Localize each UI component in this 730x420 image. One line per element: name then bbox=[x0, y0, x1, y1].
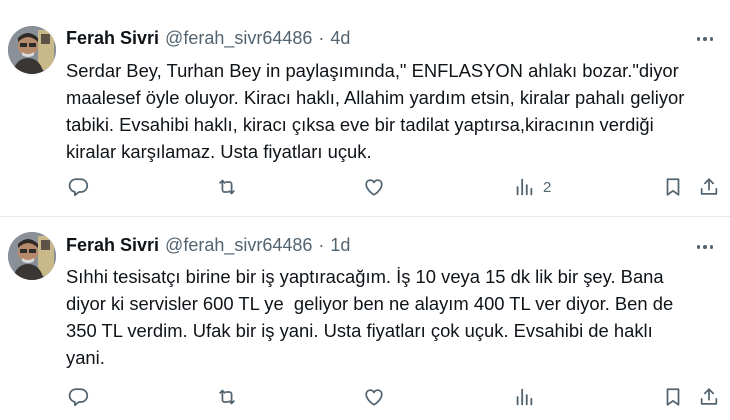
action-bar: 2 bbox=[0, 175, 730, 199]
reply-icon bbox=[68, 178, 89, 197]
bookmark-icon bbox=[666, 178, 680, 196]
author-name[interactable]: Ferah Sivri bbox=[66, 235, 159, 256]
action-bar bbox=[0, 385, 730, 409]
author-handle[interactable]: @ferah_sivr64486 bbox=[165, 235, 312, 256]
author-name[interactable]: Ferah Sivri bbox=[66, 28, 159, 49]
share-button[interactable] bbox=[698, 385, 720, 409]
more-icon[interactable] bbox=[694, 239, 716, 255]
share-icon bbox=[700, 178, 718, 195]
bookmark-icon bbox=[666, 388, 680, 406]
views-button[interactable]: 2 bbox=[513, 175, 551, 199]
reply-button[interactable] bbox=[68, 385, 90, 409]
separator-dot: · bbox=[318, 235, 325, 255]
bookmark-button[interactable] bbox=[662, 385, 684, 409]
tweet-header: Ferah Sivri @ferah_sivr64486 · 4d bbox=[66, 28, 350, 49]
separator-dot: · bbox=[318, 28, 325, 48]
more-icon[interactable] bbox=[694, 31, 716, 47]
tweet[interactable]: Ferah Sivri @ferah_sivr64486 · 1d Sıhhi … bbox=[0, 217, 730, 420]
heart-icon bbox=[365, 389, 383, 406]
like-button[interactable] bbox=[363, 385, 385, 409]
retweet-button[interactable] bbox=[216, 385, 238, 409]
like-button[interactable] bbox=[363, 175, 385, 199]
avatar[interactable] bbox=[8, 26, 56, 74]
tweet-header: Ferah Sivri @ferah_sivr64486 · 1d bbox=[66, 235, 350, 256]
views-button[interactable] bbox=[513, 385, 543, 409]
timestamp[interactable]: 1d bbox=[330, 235, 350, 256]
author-handle[interactable]: @ferah_sivr64486 bbox=[165, 28, 312, 49]
retweet-button[interactable] bbox=[216, 175, 238, 199]
reply-icon bbox=[68, 388, 89, 407]
views-count: 2 bbox=[543, 178, 552, 196]
heart-icon bbox=[365, 179, 383, 196]
tweet[interactable]: Ferah Sivri @ferah_sivr64486 · 4d Serdar… bbox=[0, 0, 730, 217]
avatar[interactable] bbox=[8, 232, 56, 280]
share-icon bbox=[700, 388, 718, 405]
timestamp[interactable]: 4d bbox=[330, 28, 350, 49]
bookmark-button[interactable] bbox=[662, 175, 684, 199]
tweet-text: Serdar Bey, Turhan Bey in paylaşımında,"… bbox=[66, 60, 685, 162]
tweet-text: Sıhhi tesisatçı birine bir iş yaptıracağ… bbox=[66, 266, 674, 368]
reply-button[interactable] bbox=[68, 175, 90, 199]
views-icon bbox=[516, 178, 533, 196]
retweet-icon bbox=[219, 179, 235, 195]
share-button[interactable] bbox=[698, 175, 720, 199]
retweet-icon bbox=[219, 389, 235, 405]
views-icon bbox=[516, 388, 533, 406]
